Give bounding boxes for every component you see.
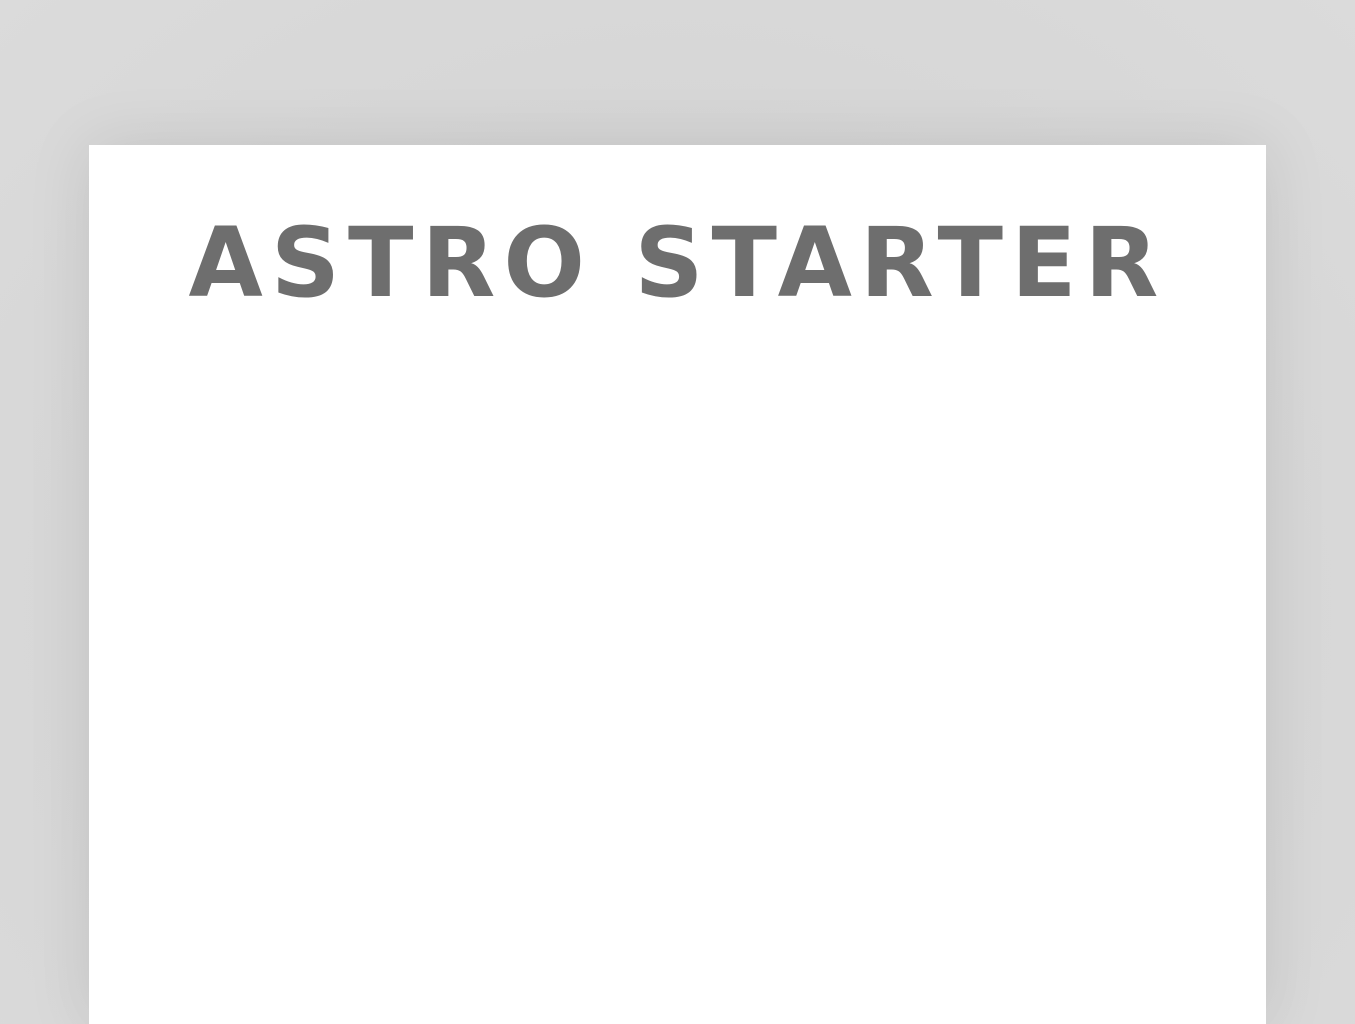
- page-sheet: ASTRO STARTER: [89, 145, 1266, 1024]
- page-title: ASTRO STARTER: [188, 207, 1167, 319]
